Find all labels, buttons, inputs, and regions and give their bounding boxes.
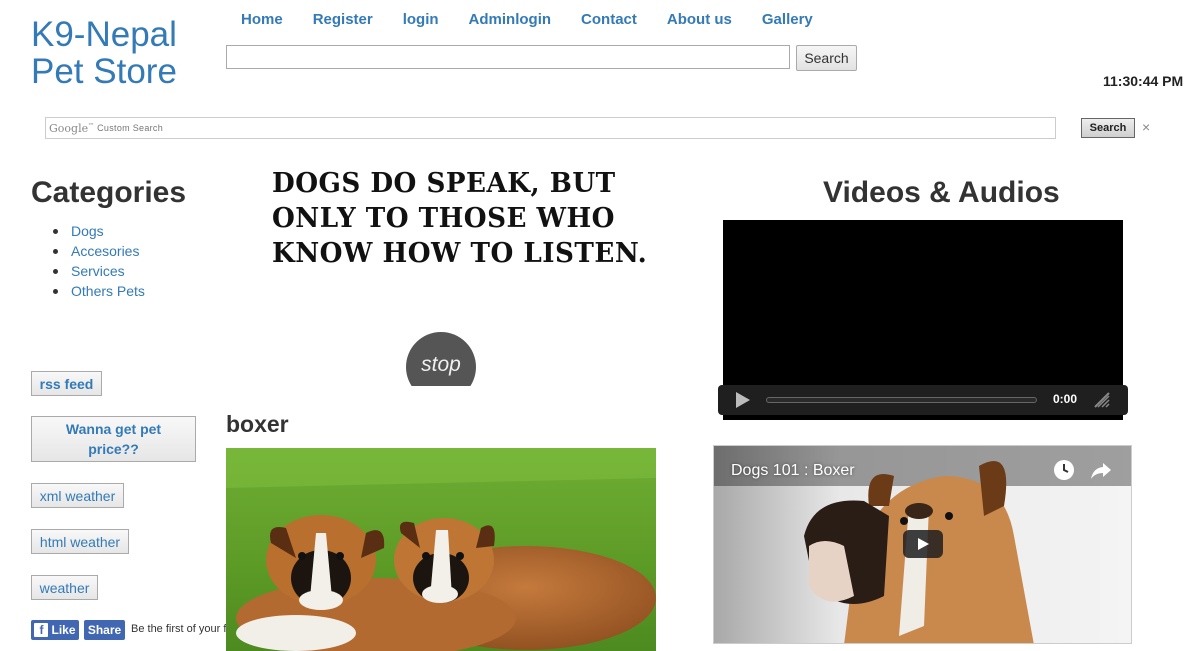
site-logo[interactable]: K9-Nepal Pet Store <box>31 16 177 90</box>
audio-time: 0:00 <box>1053 392 1078 406</box>
facebook-like-label: Like <box>51 623 76 637</box>
pet-price-button[interactable]: Wanna get pet price?? <box>31 416 196 462</box>
html-weather-button[interactable]: html weather <box>31 529 129 554</box>
google-search-input[interactable]: Google™ Custom Search <box>45 117 1056 139</box>
facebook-icon: f <box>34 623 49 637</box>
dog-quote: DOGS DO SPEAK, BUT ONLY TO THOSE WHO KNO… <box>272 168 648 269</box>
youtube-play-button[interactable] <box>903 530 943 558</box>
google-search-placeholder: Custom Search <box>97 123 164 133</box>
category-accesories[interactable]: Accesories <box>53 241 145 261</box>
rss-feed-button[interactable]: rss feed <box>31 371 102 396</box>
videos-audios-title: Videos & Audios <box>823 176 1060 209</box>
categories-list: Dogs Accesories Services Others Pets <box>53 221 145 301</box>
share-icon[interactable] <box>1090 459 1112 481</box>
facebook-share-button[interactable]: Share <box>84 620 125 640</box>
audio-progress-bar[interactable] <box>766 397 1037 403</box>
nav-about-us[interactable]: About us <box>667 11 732 31</box>
facebook-social-text: Be the first of your friends to like thi… <box>131 623 226 635</box>
category-others-pets[interactable]: Others Pets <box>53 281 145 301</box>
nav-adminlogin[interactable]: Adminlogin <box>469 11 552 31</box>
nav-gallery[interactable]: Gallery <box>762 11 813 31</box>
boxer-title: boxer <box>226 411 289 437</box>
boxer-puppies-image <box>226 448 656 651</box>
site-search-button[interactable]: Search <box>796 45 857 71</box>
nav-register[interactable]: Register <box>313 11 373 31</box>
xml-weather-button[interactable]: xml weather <box>31 483 124 508</box>
categories-title: Categories <box>31 176 187 209</box>
site-search-input[interactable] <box>226 45 790 69</box>
brand-line-1: K9-Nepal <box>31 15 177 54</box>
play-icon[interactable] <box>734 392 750 408</box>
watch-later-icon[interactable] <box>1053 459 1075 481</box>
stop-button-label: stop <box>406 332 476 386</box>
clock: 11:30:44 PM <box>1103 73 1184 89</box>
category-services[interactable]: Services <box>53 261 145 281</box>
play-icon <box>918 538 929 550</box>
category-dogs[interactable]: Dogs <box>53 221 145 241</box>
nav-contact[interactable]: Contact <box>581 11 637 31</box>
main-nav: Home Register login Adminlogin Contact A… <box>241 11 813 31</box>
brand-line-2: Pet Store <box>31 52 177 91</box>
weather-button[interactable]: weather <box>31 575 98 600</box>
facebook-like-button[interactable]: f Like <box>31 620 79 640</box>
stop-button[interactable]: stop <box>406 332 476 386</box>
google-logo: Google™ <box>49 121 95 135</box>
nav-home[interactable]: Home <box>241 11 283 31</box>
youtube-video-title[interactable]: Dogs 101 : Boxer <box>731 462 855 480</box>
clear-icon[interactable]: × <box>1142 119 1150 135</box>
google-search-button[interactable]: Search <box>1081 118 1135 138</box>
volume-muted-icon[interactable] <box>1093 391 1111 409</box>
nav-login[interactable]: login <box>403 11 439 31</box>
